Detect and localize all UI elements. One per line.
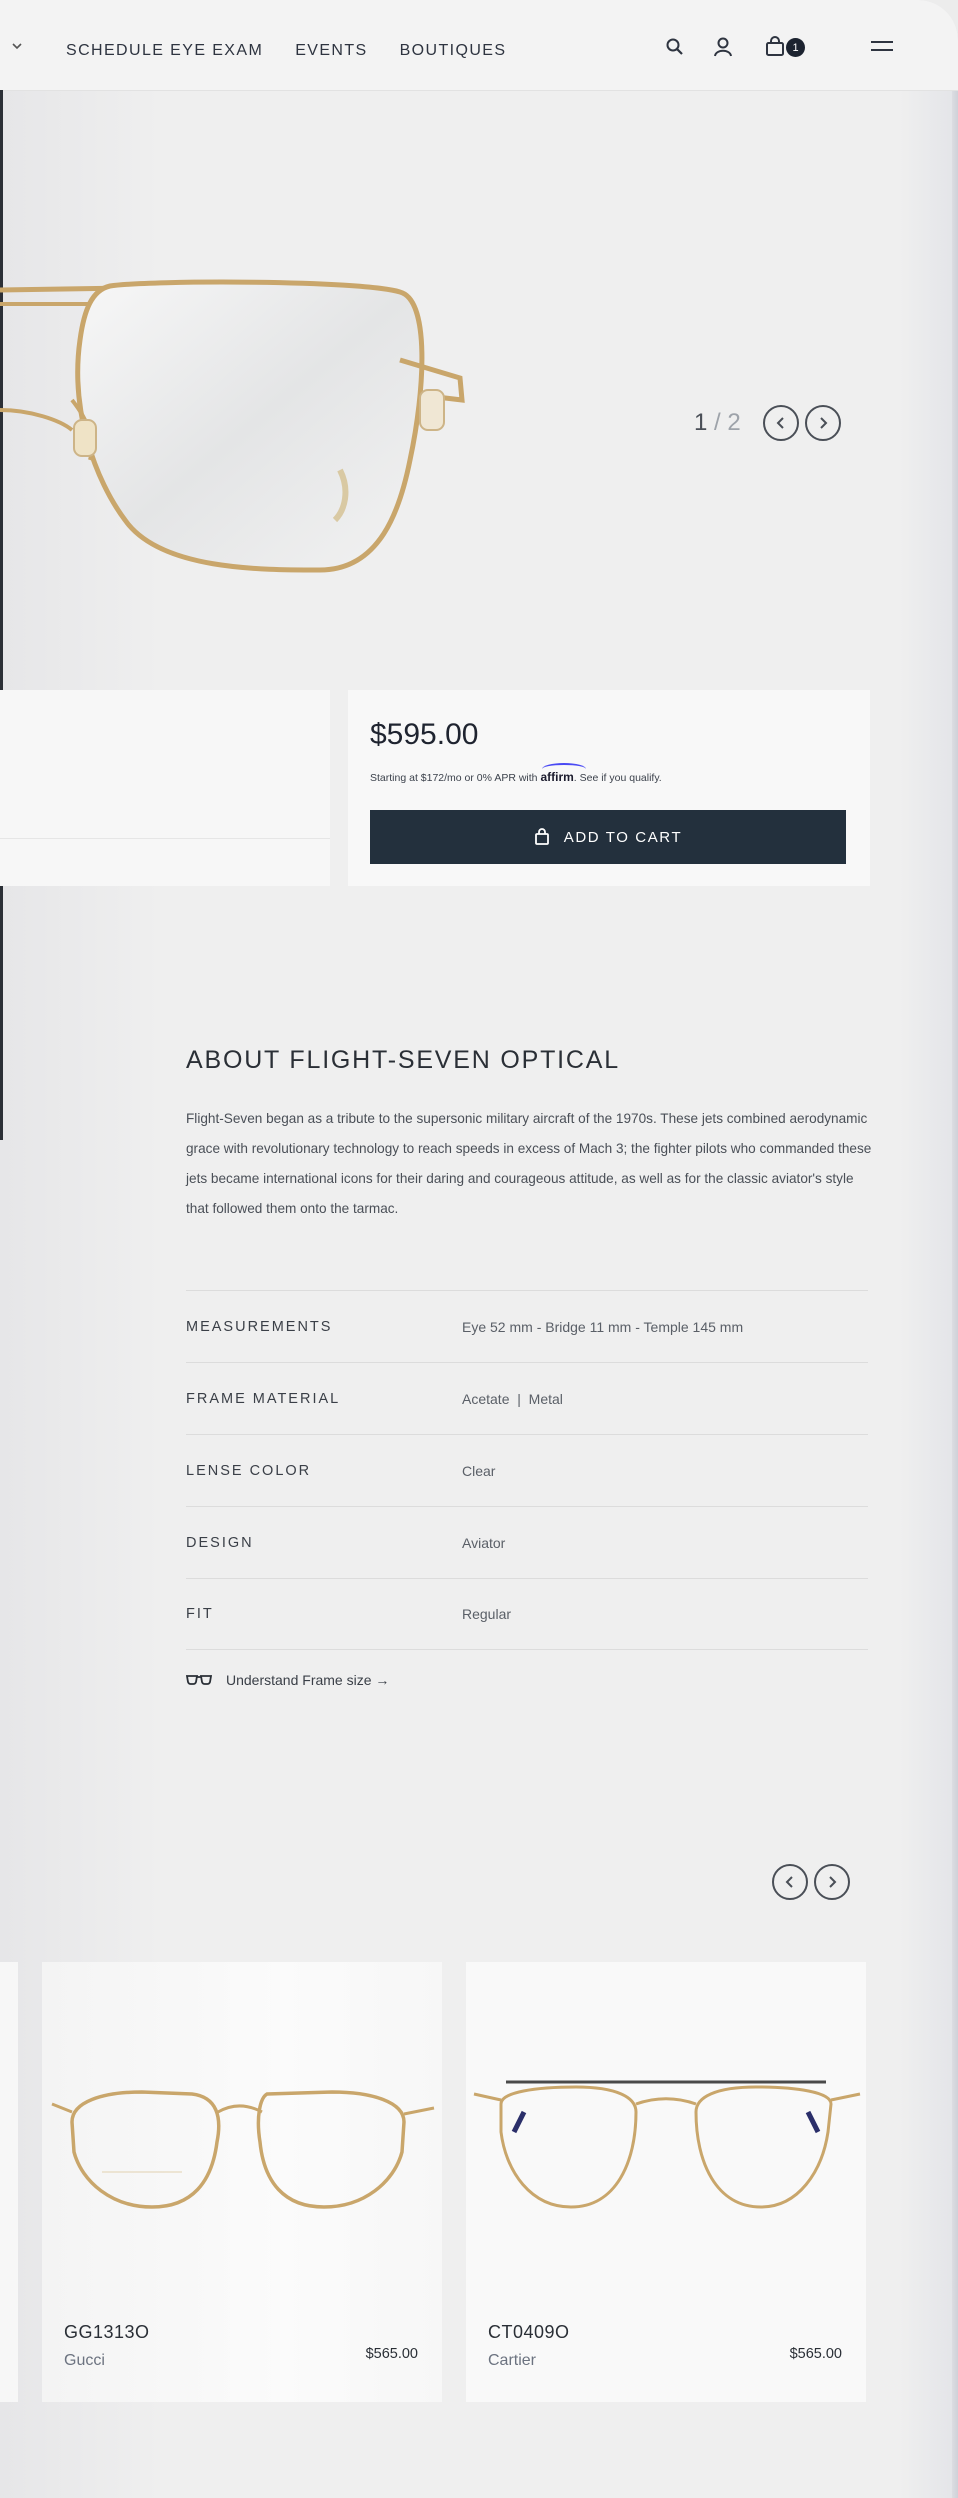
- buy-panel: $595.00 Starting at $172/mo or 0% APR wi…: [348, 690, 870, 886]
- search-icon[interactable]: [662, 34, 688, 60]
- divider: [0, 838, 330, 839]
- spec-label: Measurements: [186, 1318, 333, 1335]
- reco-prev-button[interactable]: [772, 1864, 808, 1900]
- spec-label: Frame Material: [186, 1390, 341, 1407]
- bag-icon[interactable]: 1: [762, 34, 805, 60]
- spec-value: Clear: [462, 1462, 496, 1479]
- chevron-right-icon: [829, 1876, 837, 1888]
- chevron-right-icon: [820, 417, 828, 429]
- gallery-next-button[interactable]: [804, 405, 841, 441]
- cart-count-badge: 1: [786, 38, 805, 57]
- site-header: Schedule Eye Exam Events Boutiques 1: [0, 0, 958, 91]
- product-card-brand: Cartier: [488, 2352, 537, 2369]
- product-page: Schedule Eye Exam Events Boutiques 1: [0, 0, 958, 2498]
- product-card-image: [466, 2042, 866, 2247]
- product-card-image: [42, 2042, 442, 2247]
- affirm-financing-text: Starting at $172/mo or 0% APR with affir…: [370, 770, 662, 784]
- spec-value: Aviator: [462, 1534, 506, 1551]
- affirm-qualify-link[interactable]: See if you qualify.: [580, 772, 662, 784]
- spec-row-design: Design Aviator: [186, 1506, 868, 1578]
- product-card-model: GG1313O: [64, 2322, 150, 2342]
- spec-row-measurements: Measurements Eye 52 mm - Bridge 11 mm - …: [186, 1290, 868, 1362]
- spec-row-frame-material: Frame Material Acetate | Metal: [186, 1362, 868, 1434]
- spec-label: Fit: [186, 1606, 214, 1622]
- header-actions: 1: [662, 34, 805, 60]
- affirm-logo: affirm: [540, 770, 574, 784]
- spec-label: Lense Color: [186, 1462, 312, 1479]
- page-edge: [952, 40, 958, 2498]
- product-image: [0, 270, 480, 595]
- product-card[interactable]: CT0409O Cartier $565.00: [466, 1962, 866, 2402]
- nav-events[interactable]: Events: [295, 42, 367, 60]
- scroll-divider: [0, 90, 3, 1140]
- product-card-model: CT0409O: [488, 2322, 570, 2342]
- product-price: $595.00: [370, 718, 479, 751]
- product-card[interactable]: GG1313O Gucci $565.00: [42, 1962, 442, 2402]
- spec-value: Regular: [462, 1606, 512, 1622]
- spec-table: Measurements Eye 52 mm - Bridge 11 mm - …: [186, 1290, 868, 1650]
- main-nav: Schedule Eye Exam Events Boutiques: [66, 42, 506, 60]
- recommendations-nav: [766, 1864, 850, 1900]
- menu-icon[interactable]: [870, 40, 894, 59]
- chevron-left-icon: [785, 1876, 793, 1888]
- product-options-panel: [0, 690, 330, 886]
- nav-schedule-eye-exam[interactable]: Schedule Eye Exam: [66, 42, 263, 60]
- gallery-prev-button[interactable]: [762, 405, 799, 441]
- add-to-cart-button[interactable]: ADD TO CART: [370, 810, 846, 864]
- affirm-prefix: Starting at $172/mo or 0% APR with: [370, 772, 538, 784]
- understand-frame-size-link[interactable]: Understand Frame size →: [186, 1672, 389, 1688]
- spec-row-lense-color: Lense Color Clear: [186, 1434, 868, 1506]
- spec-value: Acetate | Metal: [462, 1390, 563, 1407]
- add-to-cart-label: ADD TO CART: [563, 828, 683, 846]
- account-icon[interactable]: [710, 34, 736, 60]
- chevron-down-icon[interactable]: [12, 38, 22, 53]
- product-card-brand: Gucci: [64, 2352, 105, 2369]
- frame-size-link-label: Understand Frame size →: [226, 1672, 390, 1688]
- gallery-pager: 1 / 2: [694, 405, 841, 441]
- about-description: Flight-Seven began as a tribute to the s…: [186, 1111, 872, 1216]
- reco-next-button[interactable]: [814, 1864, 850, 1900]
- product-card-price: $565.00: [789, 2346, 842, 2362]
- bag-icon: [534, 828, 549, 845]
- nav-boutiques[interactable]: Boutiques: [400, 42, 507, 60]
- about-title: About Flight-Seven Optical: [186, 1046, 620, 1074]
- gallery-separator: /: [714, 409, 721, 436]
- product-card-partial[interactable]: [0, 1962, 18, 2402]
- chevron-left-icon: [776, 417, 784, 429]
- spec-label: Design: [186, 1534, 254, 1551]
- glasses-icon: [186, 1675, 212, 1685]
- spec-value: Eye 52 mm - Bridge 11 mm - Temple 145 mm: [462, 1318, 744, 1335]
- spec-row-fit: Fit Regular: [186, 1578, 868, 1650]
- product-card-price: $565.00: [365, 2346, 418, 2362]
- gallery-total: 2: [727, 409, 741, 436]
- gallery-current: 1: [694, 409, 708, 436]
- gallery-count: 1 / 2: [694, 409, 741, 437]
